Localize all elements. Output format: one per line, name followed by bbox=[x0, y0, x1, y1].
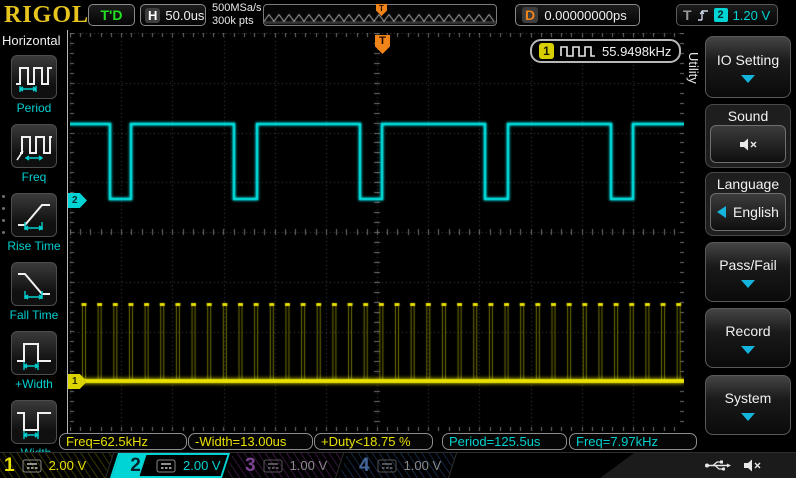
frequency-counter-badge: 1 55.9498kHz bbox=[530, 39, 681, 63]
acquisition-info: 500MSa/s 300k pts bbox=[212, 2, 262, 28]
minus-width-icon bbox=[14, 405, 54, 439]
measure-plus-width-label: +Width bbox=[0, 377, 68, 391]
record-label: Record bbox=[725, 323, 770, 339]
channel-3-number: 3 bbox=[245, 453, 256, 478]
channel-2-cell[interactable]: 2 2.00 V bbox=[110, 453, 230, 478]
status-icons-area bbox=[600, 453, 796, 478]
record-button[interactable]: Record bbox=[705, 308, 791, 368]
measure-sidebar: Horizontal Period Freq Rise Time Fall Ti… bbox=[0, 30, 68, 450]
language-label: Language bbox=[706, 176, 790, 192]
channel-3-cell[interactable]: 3 1.00 V bbox=[225, 453, 344, 478]
rising-edge-icon bbox=[697, 8, 709, 22]
utility-menu-panel: Utility IO Setting Sound Language Englis… bbox=[684, 30, 796, 450]
period-icon bbox=[14, 60, 54, 94]
channel-2-scale: 2.00 V bbox=[183, 458, 221, 473]
measurement-ch1-freq: Freq=62.5kHz bbox=[59, 433, 187, 450]
chevron-down-icon bbox=[741, 346, 755, 354]
chevron-down-icon bbox=[741, 75, 755, 83]
channel-2-number: 2 bbox=[122, 453, 149, 478]
language-select-button[interactable]: English bbox=[710, 193, 786, 231]
waveform-display bbox=[70, 33, 684, 431]
measure-freq-label: Freq bbox=[0, 170, 68, 184]
measure-rise-time-button[interactable] bbox=[11, 193, 57, 237]
measure-sidebar-title: Horizontal bbox=[2, 33, 61, 48]
io-setting-button[interactable]: IO Setting bbox=[705, 36, 791, 98]
delay-value: 0.00000000ps bbox=[538, 8, 633, 23]
utility-menu-tab: Utility bbox=[686, 52, 701, 84]
fall-time-icon bbox=[14, 267, 54, 301]
square-wave-icon bbox=[560, 45, 596, 57]
rigol-logo: RIGOL bbox=[4, 2, 89, 29]
sample-rate: 500MSa/s bbox=[212, 2, 262, 15]
pass-fail-label: Pass/Fail bbox=[719, 257, 777, 273]
speaker-muted-icon bbox=[738, 137, 758, 152]
measure-fall-time-label: Fall Time bbox=[0, 308, 68, 322]
measure-plus-width-button[interactable] bbox=[11, 331, 57, 375]
trigger-label: T bbox=[683, 7, 692, 23]
channel-4-cell[interactable]: 4 1.00 V bbox=[339, 453, 457, 478]
usb-icon bbox=[704, 459, 732, 472]
menu-page-dots bbox=[2, 195, 5, 243]
trigger-status-badge: T'D bbox=[88, 4, 135, 26]
chevron-down-icon bbox=[741, 280, 755, 288]
freq-counter-value: 55.9498kHz bbox=[602, 44, 671, 59]
channel-3-scale: 1.00 V bbox=[290, 458, 328, 473]
chevron-left-icon bbox=[717, 206, 726, 218]
waveform-display-area: T 1 55.9498kHz bbox=[70, 33, 684, 431]
speaker-muted-icon bbox=[742, 458, 762, 473]
channel-1-number: 1 bbox=[4, 453, 15, 478]
measurement-ch2-period: Period=125.5us bbox=[442, 433, 567, 450]
measurement-ch1-minus-width: -Width=13.00us bbox=[188, 433, 313, 450]
memory-depth: 300k pts bbox=[212, 15, 262, 28]
channel-status-bar: 1 2.00 V 2 2.00 V 3 bbox=[0, 452, 796, 477]
pass-fail-button[interactable]: Pass/Fail bbox=[705, 242, 791, 302]
trigger-status-text: T'D bbox=[101, 7, 123, 23]
horizontal-label: H bbox=[145, 8, 160, 23]
sound-group: Sound bbox=[705, 104, 791, 168]
freq-counter-channel: 1 bbox=[539, 43, 554, 59]
channel-4-scale: 1.00 V bbox=[404, 458, 442, 473]
channel-1-cell[interactable]: 1 2.00 V bbox=[0, 453, 114, 478]
waveform-overview[interactable]: T bbox=[263, 4, 497, 26]
system-label: System bbox=[725, 390, 772, 406]
io-setting-label: IO Setting bbox=[717, 52, 779, 68]
chevron-down-icon bbox=[741, 413, 755, 421]
sound-label: Sound bbox=[706, 108, 790, 124]
channel-1-scale: 2.00 V bbox=[49, 458, 87, 473]
language-value: English bbox=[733, 204, 779, 220]
plus-width-icon bbox=[14, 336, 54, 370]
measure-period-label: Period bbox=[0, 101, 68, 115]
delay-badge: D 0.00000000ps bbox=[515, 4, 640, 26]
trigger-info-badge: T 2 1.20 V bbox=[676, 4, 778, 26]
language-group: Language English bbox=[705, 172, 791, 236]
trigger-level-value: 1.20 V bbox=[733, 8, 771, 23]
measure-freq-button[interactable] bbox=[11, 124, 57, 168]
trigger-source-channel: 2 bbox=[714, 8, 728, 22]
measurement-ch1-plus-duty: +Duty<18.75 % bbox=[314, 433, 433, 450]
sound-toggle-button[interactable] bbox=[710, 125, 786, 163]
measure-fall-time-button[interactable] bbox=[11, 262, 57, 306]
measure-rise-time-label: Rise Time bbox=[0, 239, 68, 253]
dc-coupling-icon bbox=[377, 459, 397, 473]
measure-period-button[interactable] bbox=[11, 55, 57, 99]
timebase-value: 50.0us bbox=[165, 8, 204, 23]
dc-coupling-icon bbox=[22, 459, 42, 473]
timebase-badge: H 50.0us bbox=[140, 4, 206, 26]
channel-4-number: 4 bbox=[359, 453, 370, 478]
system-button[interactable]: System bbox=[705, 375, 791, 435]
rise-time-icon bbox=[14, 198, 54, 232]
delay-label: D bbox=[522, 7, 538, 23]
dc-coupling-icon bbox=[263, 459, 283, 473]
dc-coupling-icon bbox=[156, 459, 176, 473]
measure-minus-width-button[interactable] bbox=[11, 400, 57, 444]
top-status-bar: RIGOL T'D H 50.0us 500MSa/s 300k pts T D… bbox=[0, 0, 796, 30]
measurement-ch2-freq: Freq=7.97kHz bbox=[569, 433, 697, 450]
freq-icon bbox=[14, 129, 54, 163]
